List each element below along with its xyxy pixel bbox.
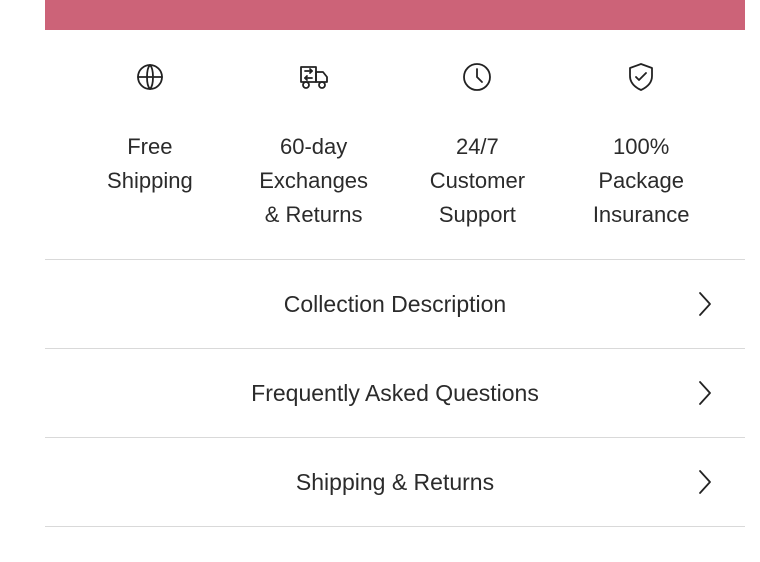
chevron-right-icon xyxy=(697,290,713,318)
chevron-right-icon xyxy=(697,468,713,496)
feature-customer-support: 24/7 Customer Support xyxy=(396,58,560,232)
feature-package-insurance: 100% Package Insurance xyxy=(559,58,723,232)
divider xyxy=(45,526,745,527)
accent-banner xyxy=(45,0,745,30)
chevron-right-icon xyxy=(697,379,713,407)
accordion-list: Collection Description Frequently Asked … xyxy=(45,259,745,527)
accordion-item-collection-description[interactable]: Collection Description xyxy=(45,260,745,348)
accordion-title: Frequently Asked Questions xyxy=(251,379,539,406)
truck-icon xyxy=(295,58,333,96)
feature-label: Free Shipping xyxy=(107,134,193,193)
clock-icon xyxy=(458,58,496,96)
feature-list: Free Shipping 60-day Exchanges & Returns xyxy=(68,58,723,232)
accordion-item-shipping-returns[interactable]: Shipping & Returns xyxy=(45,438,745,526)
shield-check-icon xyxy=(622,58,660,96)
accordion-title: Shipping & Returns xyxy=(295,468,495,495)
feature-label: 60-day Exchanges & Returns xyxy=(259,134,369,227)
accordion-title: Collection Description xyxy=(283,290,507,317)
feature-label: 24/7 Customer Support xyxy=(429,134,526,227)
feature-label: 100% Package Insurance xyxy=(592,134,690,227)
globe-icon xyxy=(131,58,169,96)
accordion-item-faq[interactable]: Frequently Asked Questions xyxy=(45,349,745,437)
feature-exchanges-returns: 60-day Exchanges & Returns xyxy=(232,58,396,232)
feature-free-shipping: Free Shipping xyxy=(68,58,232,232)
